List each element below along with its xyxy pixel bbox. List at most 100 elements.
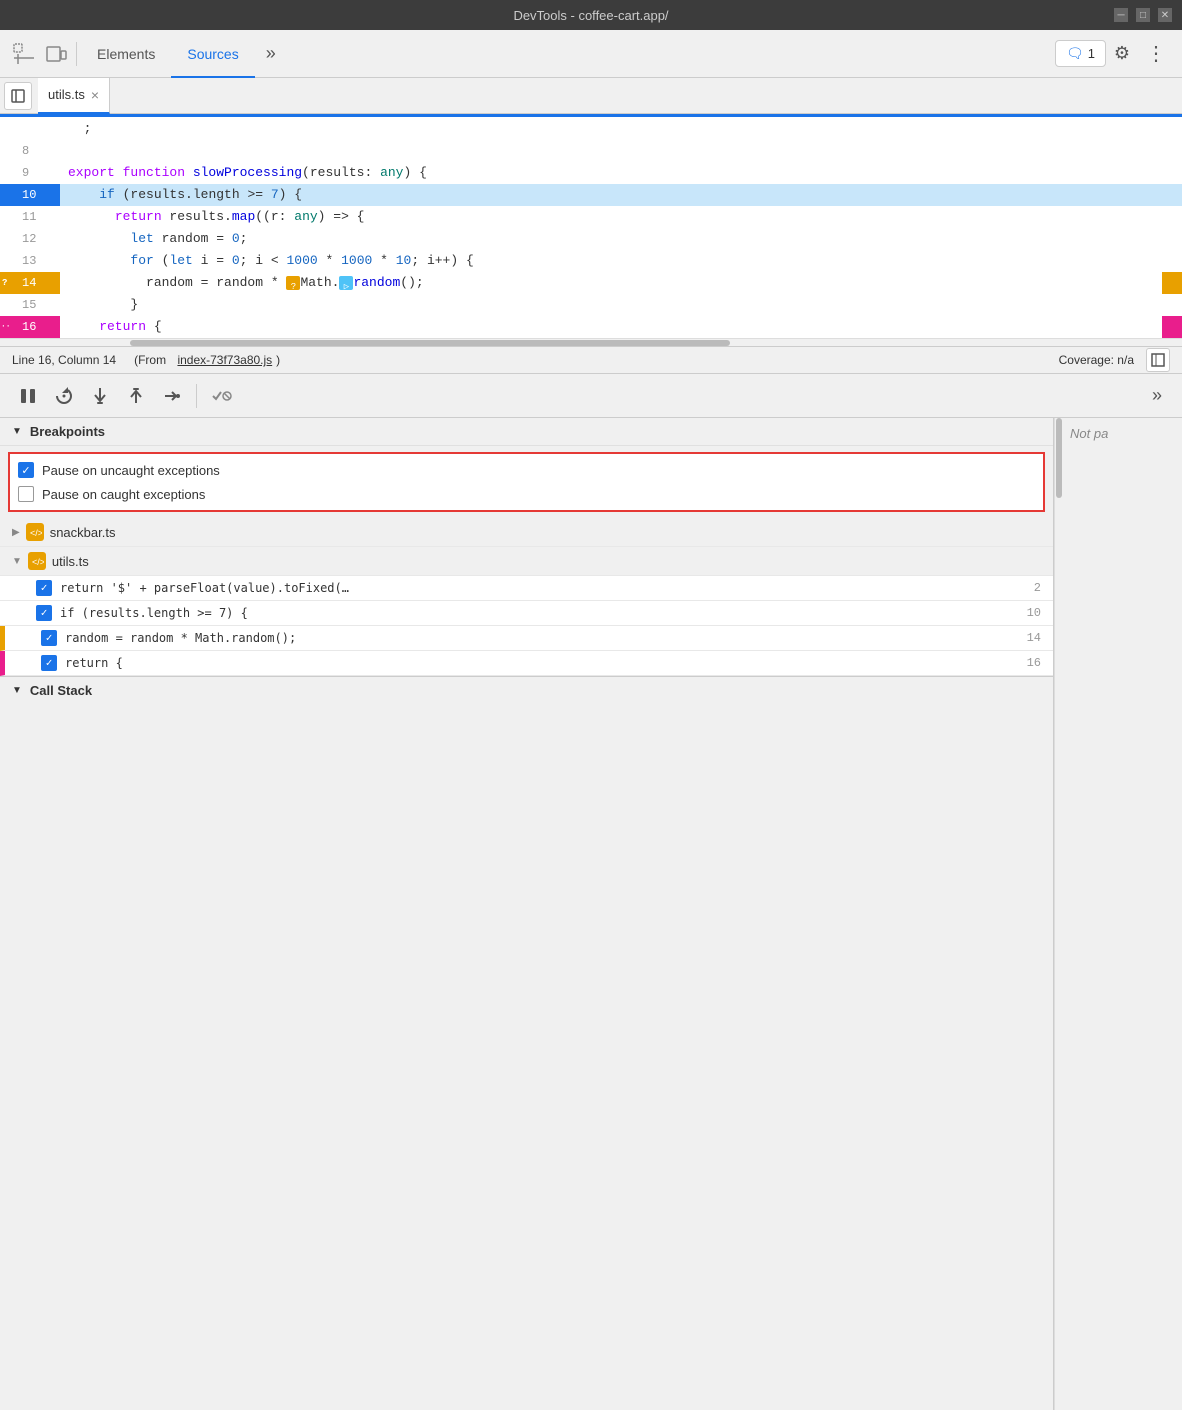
svg-text:</>: </> — [30, 528, 42, 538]
debug-more-button[interactable]: » — [1144, 385, 1170, 406]
line-content-10: if (results.length >= 7) { — [60, 184, 1182, 206]
bp-linenum-line16: 16 — [1021, 656, 1041, 670]
line-gutter-9: 9 — [0, 162, 60, 184]
file-tab-close[interactable]: × — [91, 87, 99, 103]
status-bar: Line 16, Column 14 (From index-73f73a80.… — [0, 346, 1182, 374]
line-gutter-16: ·· 16 — [0, 316, 60, 338]
title-bar: DevTools - coffee-cart.app/ ─ □ ✕ — [0, 0, 1182, 30]
left-panel: ▼ Breakpoints Pause on uncaught exceptio… — [0, 418, 1054, 1410]
vertical-scroll-thumb[interactable] — [1056, 418, 1062, 498]
code-line-8: 8 — [0, 140, 1182, 162]
from-label — [120, 353, 130, 367]
uncaught-exception-checkbox[interactable] — [18, 462, 34, 478]
bp-linenum-line14: 14 — [1021, 631, 1041, 645]
more-tabs-icon[interactable]: » — [255, 38, 287, 70]
caught-exception-row[interactable]: Pause on caught exceptions — [18, 482, 1035, 506]
vertical-scrollbar[interactable] — [1054, 418, 1062, 1410]
close-button[interactable]: ✕ — [1158, 8, 1172, 22]
breakpoint-item-line14[interactable]: random = random * Math.random(); 14 — [0, 626, 1053, 651]
breakpoint-item-line2[interactable]: return '$' + parseFloat(value).toFixed(…… — [0, 576, 1053, 601]
breakpoints-label: Breakpoints — [30, 424, 105, 439]
line-content-15: } — [60, 294, 1182, 316]
expand-icon-utils: ▼ — [12, 556, 22, 567]
from-keyword: (From — [134, 353, 166, 367]
caught-exception-checkbox[interactable] — [18, 486, 34, 502]
step-over-button[interactable] — [48, 380, 80, 412]
window-controls: ─ □ ✕ — [1114, 8, 1172, 22]
exception-checkboxes-box: Pause on uncaught exceptions Pause on ca… — [8, 452, 1045, 512]
coverage-icon-button[interactable] — [1146, 348, 1170, 372]
continue-button[interactable] — [156, 380, 188, 412]
file-tab-label: utils.ts — [48, 87, 85, 102]
sidebar-toggle-button[interactable] — [4, 82, 32, 110]
line-content-14: random = random * ?Math.▷random(); — [60, 272, 1182, 294]
breakpoint-item-line10[interactable]: if (results.length >= 7) { 10 — [0, 601, 1053, 626]
horizontal-scroll-thumb[interactable] — [130, 340, 730, 346]
line-content-9: export function slowProcessing(results: … — [60, 162, 1182, 184]
device-toolbar-icon[interactable] — [40, 38, 72, 70]
breakpoint-item-line16[interactable]: return { 16 — [0, 651, 1053, 676]
line-content-12: let random = 0; — [60, 228, 1182, 250]
bp-linenum-line2: 2 — [1021, 581, 1041, 595]
bp-checkbox-line10[interactable] — [36, 605, 52, 621]
file-name-snackbar: snackbar.ts — [50, 525, 116, 540]
bp-linenum-line10: 10 — [1021, 606, 1041, 620]
tab-elements[interactable]: Elements — [81, 30, 171, 78]
coverage-label: Coverage: n/a — [1059, 353, 1134, 367]
right-panel-text: Not pa — [1070, 426, 1108, 441]
bp-code-line2: return '$' + parseFloat(value).toFixed(… — [60, 581, 349, 595]
file-tab-utils[interactable]: utils.ts × — [38, 78, 110, 114]
step-into-button[interactable] — [84, 380, 116, 412]
minimize-button[interactable]: ─ — [1114, 8, 1128, 22]
main-content: ▼ Breakpoints Pause on uncaught exceptio… — [0, 418, 1182, 1410]
pause-resume-button[interactable] — [12, 380, 44, 412]
code-editor: ; 8 9 export function slowProcessing(res… — [0, 114, 1182, 346]
code-lines: ; 8 9 export function slowProcessing(res… — [0, 118, 1182, 338]
breakpoints-section-header[interactable]: ▼ Breakpoints — [0, 418, 1053, 446]
line-gutter-13: 13 — [0, 250, 60, 272]
source-file-link[interactable]: index-73f73a80.js — [177, 353, 272, 367]
bp-code-line16: return { — [65, 656, 123, 670]
code-line-7: ; — [0, 118, 1182, 140]
more-menu-icon[interactable]: ⋮ — [1138, 41, 1174, 66]
line-gutter-14: ? 14 — [0, 272, 60, 294]
bp-code-line10: if (results.length >= 7) { — [60, 606, 248, 620]
code-line-12: 12 let random = 0; — [0, 228, 1182, 250]
breakpoints-chevron: ▼ — [12, 426, 22, 437]
bp-checkbox-line14[interactable] — [41, 630, 57, 646]
line-gutter-15: 15 — [0, 294, 60, 316]
breakpoint-file-snackbar[interactable]: ▶ </> snackbar.ts — [0, 518, 1053, 547]
uncaught-exception-row[interactable]: Pause on uncaught exceptions — [18, 458, 1035, 482]
code-line-16: ·· 16 return { — [0, 316, 1182, 338]
code-line-15: 15 } — [0, 294, 1182, 316]
close-paren: ) — [276, 353, 280, 367]
tab-sources[interactable]: Sources — [171, 30, 254, 78]
horizontal-scrollbar[interactable] — [0, 338, 1182, 346]
right-panel: Not pa — [1062, 418, 1182, 1410]
cursor-position: Line 16, Column 14 — [12, 353, 116, 367]
line-content-13: for (let i = 0; i < 1000 * 1000 * 10; i+… — [60, 250, 1182, 272]
code-line-13: 13 for (let i = 0; i < 1000 * 1000 * 10;… — [0, 250, 1182, 272]
file-name-utils: utils.ts — [52, 554, 89, 569]
debug-toolbar: » — [0, 374, 1182, 418]
restore-button[interactable]: □ — [1136, 8, 1150, 22]
file-icon-utils: </> — [28, 552, 46, 570]
line-gutter-12: 12 — [0, 228, 60, 250]
bp-checkbox-line2[interactable] — [36, 580, 52, 596]
top-nav: Elements Sources » 🗨 1 ⚙ ⋮ — [0, 30, 1182, 78]
step-out-button[interactable] — [120, 380, 152, 412]
line-content-8 — [60, 140, 1182, 162]
settings-icon[interactable]: ⚙ — [1106, 38, 1138, 70]
debug-divider — [196, 384, 197, 408]
breakpoint-file-utils[interactable]: ▼ </> utils.ts — [0, 547, 1053, 576]
code-line-11: 11 return results.map((r: any) => { — [0, 206, 1182, 228]
inspect-element-icon[interactable] — [8, 38, 40, 70]
bp-code-line14: random = random * Math.random(); — [65, 631, 296, 645]
bp-checkbox-line16[interactable] — [41, 655, 57, 671]
deactivate-breakpoints-button[interactable] — [205, 380, 237, 412]
nav-divider-1 — [76, 42, 77, 66]
expand-icon-snackbar: ▶ — [12, 527, 20, 538]
call-stack-section-header[interactable]: ▼ Call Stack — [0, 676, 1053, 704]
notifications-badge[interactable]: 🗨 1 — [1055, 40, 1106, 67]
message-icon: 🗨 — [1066, 45, 1084, 62]
